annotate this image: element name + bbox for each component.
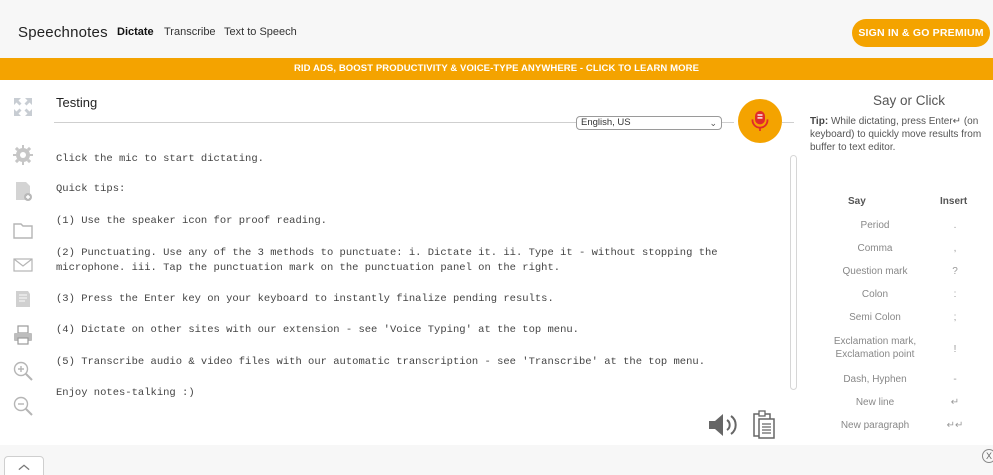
zoom-in-icon[interactable]: [11, 359, 35, 383]
sign-in-premium-button[interactable]: SIGN IN & GO PREMIUM: [852, 19, 990, 47]
say-or-click-title: Say or Click: [873, 93, 946, 108]
open-folder-icon[interactable]: [11, 218, 35, 242]
document-title[interactable]: Testing: [56, 95, 97, 110]
punctuation-row[interactable]: New paragraph ↵↵: [820, 420, 990, 443]
left-toolbar: [0, 80, 46, 445]
print-stack-icon[interactable]: [11, 287, 35, 311]
editor-line: Quick tips:: [56, 183, 126, 195]
brand-logo[interactable]: Speechnotes: [18, 24, 108, 41]
settings-icon[interactable]: [11, 143, 35, 167]
editor-line: (2) Punctuating. Use any of the 3 method…: [56, 247, 718, 259]
zoom-out-icon[interactable]: [11, 394, 35, 418]
editor-line: Click the mic to start dictating.: [56, 153, 264, 165]
column-say: Say: [848, 196, 866, 207]
copy-icon[interactable]: [752, 410, 776, 440]
editor-line: (5) Transcribe audio & video files with …: [56, 356, 706, 368]
chevron-down-icon: ⌄: [709, 118, 717, 128]
editor-line: (1) Use the speaker icon for proof readi…: [56, 215, 327, 227]
editor-line: microphone. iii. Tap the punctuation mar…: [56, 262, 561, 274]
mic-button[interactable]: [738, 99, 782, 143]
language-select[interactable]: English, US ⌄: [576, 116, 722, 130]
nav-transcribe[interactable]: Transcribe: [164, 26, 216, 38]
email-icon[interactable]: [11, 253, 35, 277]
punctuation-row[interactable]: Comma,: [820, 243, 990, 266]
new-note-icon[interactable]: [11, 179, 35, 203]
mic-connector-line: [782, 122, 794, 123]
language-value: English, US: [581, 117, 631, 128]
chevron-up-icon: [18, 464, 30, 471]
punctuation-row[interactable]: Exclamation mark, Exclamation point!: [820, 335, 990, 367]
tip-label: Tip:: [810, 116, 829, 127]
nav-dictate[interactable]: Dictate: [117, 26, 154, 38]
punctuation-row[interactable]: Colon:: [820, 289, 990, 312]
tip-text: While dictating, press Enter↵ (on keyboa…: [810, 116, 982, 153]
text-editor[interactable]: Click the mic to start dictating. Quick …: [56, 145, 776, 415]
top-bar: Speechnotes Dictate Transcribe Text to S…: [0, 0, 993, 58]
punctuation-row[interactable]: Period.: [820, 220, 990, 243]
punctuation-row[interactable]: Dash, Hyphen -: [820, 374, 990, 397]
punctuation-row[interactable]: New line ↵: [820, 397, 990, 420]
fullscreen-icon[interactable]: [11, 95, 35, 119]
printer-icon[interactable]: [11, 323, 35, 347]
expand-toggle-button[interactable]: [4, 456, 44, 475]
nav-text-to-speech[interactable]: Text to Speech: [224, 26, 297, 38]
punctuation-row[interactable]: Question mark?: [820, 266, 990, 289]
editor-line: (4) Dictate on other sites with our exte…: [56, 324, 579, 336]
speaker-icon[interactable]: [707, 412, 739, 438]
column-insert: Insert: [940, 196, 968, 207]
punctuation-row[interactable]: Semi Colon;: [820, 312, 990, 335]
bottom-ad-strip: [0, 445, 993, 475]
editor-scrollbar[interactable]: [790, 155, 797, 390]
promo-banner[interactable]: RID ADS, BOOST PRODUCTIVITY & VOICE-TYPE…: [0, 58, 993, 80]
close-ad-icon[interactable]: X: [982, 449, 993, 463]
editor-line: Enjoy notes-talking :): [56, 387, 195, 399]
dictation-tip: Tip: While dictating, press Enter↵ (on k…: [810, 115, 982, 154]
mic-icon: [751, 111, 769, 131]
editor-line: (3) Press the Enter key on your keyboard…: [56, 293, 554, 305]
